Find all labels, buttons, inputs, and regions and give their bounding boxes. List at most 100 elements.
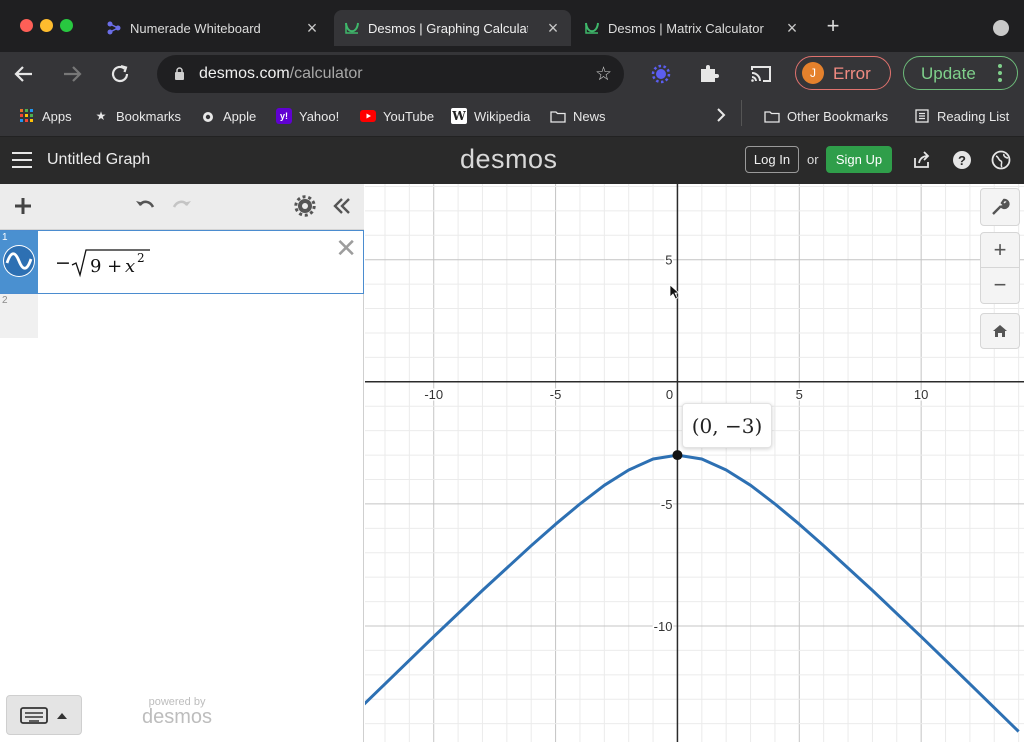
browser-window: Numerade Whiteboard × Desmos | Graphing … (0, 0, 1024, 742)
x-tick-label: 10 (914, 387, 928, 402)
tab-title: Desmos | Graphing Calculato (368, 20, 528, 36)
reload-icon[interactable] (106, 60, 134, 88)
bookmark-label: Apple (223, 108, 257, 124)
update-label: Update (921, 64, 976, 83)
share-icon[interactable] (912, 150, 932, 170)
y-tick-label: 5 (665, 253, 672, 268)
close-window-button[interactable] (20, 19, 33, 32)
close-tab-icon[interactable]: × (782, 18, 802, 38)
expression-number: 2 (2, 295, 8, 306)
graph-title[interactable]: Untitled Graph (47, 151, 150, 169)
tab-title: Numerade Whiteboard (130, 20, 261, 36)
hamburger-menu-icon[interactable] (12, 152, 32, 168)
redo-icon[interactable] (170, 194, 194, 218)
graph-settings-wrench-icon[interactable] (980, 188, 1020, 226)
profile-button[interactable]: J Error (795, 56, 891, 90)
close-tab-icon[interactable]: × (302, 18, 322, 38)
minimize-window-button[interactable] (40, 19, 53, 32)
apple-icon (200, 108, 216, 124)
bookmark-apps[interactable]: Apps (19, 108, 72, 124)
address-bar[interactable]: desmos.com/calculator ☆ (157, 55, 624, 93)
keyboard-icon (20, 707, 67, 724)
lock-icon (175, 67, 184, 80)
x-tick-label: 5 (796, 387, 803, 402)
bookmark-news[interactable]: News (550, 108, 606, 124)
svg-text:?: ? (958, 153, 966, 168)
collapse-panel-icon[interactable] (330, 194, 354, 218)
zoom-out-icon[interactable]: − (980, 268, 1020, 304)
log-in-button[interactable]: Log In (745, 146, 799, 173)
star-icon: ★ (95, 109, 107, 123)
cast-icon[interactable] (747, 60, 775, 88)
tab-numerade[interactable]: Numerade Whiteboard × (96, 10, 330, 46)
settings-gear-icon[interactable] (293, 194, 317, 218)
tab-search-icon[interactable] (993, 20, 1009, 36)
y-tick-label: -5 (661, 497, 673, 512)
bookmark-label: News (573, 108, 606, 124)
graph-canvas[interactable]: -10 -5 0 5 10 5 -5 -10 (365, 184, 1024, 742)
expression-math[interactable]: − 9 + x 2 (55, 245, 165, 286)
zoom-in-icon[interactable]: + (980, 232, 1020, 268)
reading-list-icon (914, 108, 930, 124)
graph-visibility-icon[interactable] (3, 245, 35, 277)
bookmark-label: Wikipedia (474, 108, 531, 124)
bookmark-apple[interactable]: Apple (200, 108, 256, 124)
keyboard-toggle-button[interactable] (6, 695, 82, 735)
point-coordinate-label[interactable]: (0, −3) (682, 403, 772, 448)
folder-icon (550, 108, 566, 124)
tab-desmos-matrix[interactable]: Desmos | Matrix Calculator × (574, 10, 810, 46)
youtube-icon (360, 108, 376, 124)
bookmarks-divider (741, 100, 742, 126)
x-tick-label: -10 (424, 387, 443, 402)
tab-desmos-graphing[interactable]: Desmos | Graphing Calculato × (334, 10, 571, 46)
globe-language-icon[interactable] (991, 150, 1011, 170)
desmos-icon (344, 20, 360, 36)
bookmark-star-icon[interactable]: ☆ (595, 63, 612, 86)
bookmark-yahoo[interactable]: y! Yahoo! (276, 108, 339, 124)
add-item-icon[interactable] (11, 194, 35, 218)
bookmark-label: Bookmarks (116, 108, 182, 124)
sign-up-button[interactable]: Sign Up (826, 146, 892, 173)
back-icon[interactable] (10, 60, 38, 88)
url-path: /calculator (289, 65, 363, 82)
more-bookmarks-chevron-icon[interactable] (716, 108, 726, 122)
reading-list-button[interactable]: Reading List (914, 108, 1009, 124)
mouse-cursor-icon (669, 284, 681, 300)
home-default-view-icon[interactable] (980, 313, 1020, 349)
undo-icon[interactable] (133, 194, 157, 218)
expression-number: 1 (2, 232, 8, 243)
highlighted-point (672, 450, 683, 461)
tab-strip: Numerade Whiteboard × Desmos | Graphing … (0, 0, 1024, 52)
bookmark-label: Apps (42, 108, 72, 124)
graph-paper[interactable]: -10 -5 0 5 10 5 -5 -10 (365, 184, 1024, 742)
folder-icon (764, 108, 780, 124)
url-text: desmos.com/calculator (199, 65, 363, 83)
delete-expression-icon[interactable]: ✕ (335, 235, 357, 261)
expression-toolbar (0, 184, 364, 230)
x-tick-label: 0 (666, 387, 673, 402)
tab-title: Desmos | Matrix Calculator (608, 20, 764, 36)
maximize-window-button[interactable] (60, 19, 73, 32)
more-menu-icon[interactable] (997, 62, 1003, 84)
avatar: J (802, 62, 824, 84)
update-button[interactable]: Update (903, 56, 1018, 90)
help-icon[interactable]: ? (952, 150, 972, 170)
extension-gear-icon[interactable] (647, 60, 675, 88)
expression-row-empty[interactable]: 2 (0, 294, 38, 338)
bookmarks-bar: Apps ★ Bookmarks Apple y! Yahoo! YouTube… (0, 96, 1024, 137)
bookmark-youtube[interactable]: YouTube (360, 108, 434, 124)
powered-by-logo: desmos (142, 706, 213, 728)
close-tab-icon[interactable]: × (543, 18, 563, 38)
bookmark-other-bookmarks[interactable]: Other Bookmarks (764, 108, 888, 124)
bookmark-label: Yahoo! (299, 108, 340, 124)
expression-tab[interactable]: 1 (0, 231, 38, 293)
browser-toolbar: desmos.com/calculator ☆ J Error Update (0, 52, 1024, 96)
bookmark-bookmarks[interactable]: ★ Bookmarks (93, 108, 181, 124)
x-tick-label: -5 (550, 387, 562, 402)
bookmark-wikipedia[interactable]: W Wikipedia (451, 108, 530, 124)
bookmark-label: Other Bookmarks (787, 108, 889, 124)
extensions-puzzle-icon[interactable] (695, 60, 723, 88)
forward-icon[interactable] (58, 60, 86, 88)
new-tab-button[interactable]: + (823, 14, 843, 38)
expression-row[interactable]: 1 − 9 + x 2 ✕ (0, 230, 364, 294)
